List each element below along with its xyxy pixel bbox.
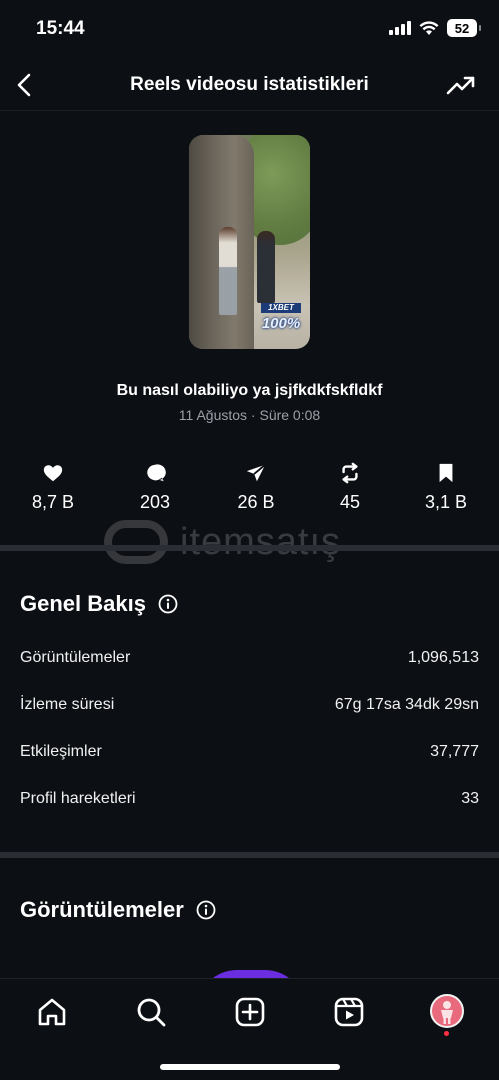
overview-row-label: İzleme süresi bbox=[20, 696, 115, 713]
comment-bubble-icon bbox=[147, 464, 166, 482]
stat-saves: 3,1 B bbox=[406, 462, 486, 513]
overview-row: Etkileşimler 37,777 bbox=[20, 740, 479, 764]
overview-row-label: Profil hareketleri bbox=[20, 790, 136, 807]
thumbnail-brand-percent: 100% bbox=[261, 315, 301, 332]
stat-comments-value: 203 bbox=[139, 492, 171, 512]
views-title: Görüntülemeler bbox=[20, 897, 216, 923]
info-icon[interactable] bbox=[158, 594, 178, 614]
wifi-icon bbox=[419, 20, 439, 35]
stat-shares: 26 B bbox=[216, 462, 296, 513]
overview-row: Profil hareketleri 33 bbox=[20, 787, 479, 811]
battery-indicator: 52 bbox=[447, 19, 481, 37]
engagement-stats: 8,7 B 203 26 B 45 3,1 B bbox=[0, 462, 499, 522]
signal-icon bbox=[389, 21, 411, 35]
overview-row: Görüntülemeler 1,096,513 bbox=[20, 646, 479, 670]
status-icons: 52 bbox=[389, 19, 481, 37]
stat-likes-value: 8,7 B bbox=[31, 492, 75, 512]
overview-row: İzleme süresi 67g 17sa 34dk 29sn bbox=[20, 693, 479, 717]
stat-saves-value: 3,1 B bbox=[424, 492, 468, 512]
trending-up-icon[interactable] bbox=[445, 70, 477, 100]
status-bar: 15:44 52 bbox=[0, 0, 499, 60]
header-divider bbox=[0, 110, 499, 111]
overview-row-value: 1,096,513 bbox=[407, 649, 479, 666]
video-meta: 11 Ağustos · Süre 0:08 bbox=[178, 407, 321, 423]
bookmark-icon bbox=[439, 463, 453, 483]
send-icon bbox=[246, 464, 266, 482]
section-divider bbox=[0, 545, 499, 551]
avatar-figure bbox=[441, 1001, 453, 1024]
page-title: Reels videosu istatistikleri bbox=[130, 74, 369, 95]
home-icon[interactable] bbox=[35, 995, 69, 1029]
watermark-text: itemsatış bbox=[180, 520, 342, 563]
status-time: 15:44 bbox=[36, 18, 85, 39]
overview-title: Genel Bakış bbox=[20, 591, 178, 617]
reels-icon[interactable] bbox=[332, 995, 366, 1029]
thumbnail-person bbox=[257, 231, 275, 303]
overview-row-value: 67g 17sa 34dk 29sn bbox=[334, 696, 479, 713]
stat-likes: 8,7 B bbox=[13, 462, 93, 513]
section-divider bbox=[0, 852, 499, 858]
video-caption: Bu nasıl olabiliyo ya jsjfkdkfskfldkf bbox=[116, 382, 383, 399]
home-indicator bbox=[160, 1064, 340, 1070]
info-icon[interactable] bbox=[196, 900, 216, 920]
stat-reposts: 45 bbox=[310, 462, 390, 513]
header: Reels videosu istatistikleri bbox=[0, 60, 499, 110]
notification-dot bbox=[444, 1031, 449, 1036]
search-icon[interactable] bbox=[134, 995, 168, 1029]
watermark-logo bbox=[104, 520, 168, 564]
stat-comments: 203 bbox=[115, 462, 195, 513]
stat-reposts-value: 45 bbox=[339, 492, 361, 512]
views-title-text: Görüntülemeler bbox=[20, 897, 184, 922]
overview-row-label: Görüntülemeler bbox=[20, 649, 131, 666]
thumbnail-person bbox=[219, 227, 237, 315]
create-icon[interactable] bbox=[233, 995, 267, 1029]
profile-avatar[interactable] bbox=[430, 994, 464, 1028]
heart-icon bbox=[43, 465, 63, 482]
overview-row-label: Etkileşimler bbox=[20, 743, 102, 760]
video-thumbnail[interactable]: 1XBET 100% bbox=[189, 135, 310, 349]
overview-row-value: 33 bbox=[461, 790, 479, 807]
overview-row-value: 37,777 bbox=[430, 743, 479, 760]
overview-title-text: Genel Bakış bbox=[20, 591, 146, 616]
stat-shares-value: 26 B bbox=[237, 492, 275, 512]
repost-icon bbox=[342, 462, 358, 484]
thumbnail-brand-logo: 1XBET bbox=[261, 303, 301, 313]
